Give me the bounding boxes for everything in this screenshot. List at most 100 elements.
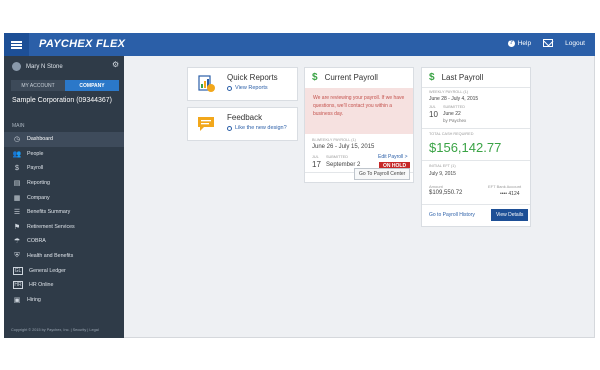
people-icon: 👥 bbox=[12, 150, 22, 158]
reporting-icon: ▤ bbox=[13, 180, 21, 188]
view-details-button[interactable]: View Details bbox=[491, 209, 529, 221]
sidebar-item-label: People bbox=[27, 150, 44, 157]
sidebar-item-label: HR Online bbox=[29, 282, 54, 289]
gear-icon[interactable]: ⚙ bbox=[112, 60, 119, 69]
mail-icon bbox=[543, 39, 554, 47]
top-bar: PAYCHEX FLEX ? Help Logout bbox=[4, 33, 595, 56]
feedback-card: Feedback Like the new design? bbox=[187, 107, 298, 141]
tab-my-account[interactable]: MY ACCOUNT bbox=[11, 80, 65, 91]
period-label: BI-WEEKLY PAYROLL (1) bbox=[312, 138, 356, 142]
quick-reports-title: Quick Reports bbox=[227, 73, 278, 82]
divider bbox=[422, 160, 530, 161]
sidebar-item-label: Retirement Services bbox=[27, 223, 75, 230]
sidebar-item-label: Reporting bbox=[27, 180, 50, 187]
dollar-icon: $ bbox=[429, 72, 435, 83]
amount-label: Amount bbox=[429, 184, 443, 189]
divider bbox=[422, 128, 530, 129]
sidebar-item-label: Payroll bbox=[27, 165, 44, 172]
logout-label: Logout bbox=[565, 39, 585, 47]
sidebar-item-benefits-summary[interactable]: ☰ Benefits Summary bbox=[4, 205, 124, 220]
hamburger-icon bbox=[11, 40, 22, 49]
account-tabs: MY ACCOUNT COMPANY bbox=[11, 80, 119, 91]
last-payroll-card: $ Last Payroll WEEKLY PAYROLL (1) June 28… bbox=[421, 67, 531, 227]
sidebar-item-label: COBRA bbox=[27, 238, 46, 245]
feedback-title: Feedback bbox=[227, 113, 263, 122]
brand-logo: PAYCHEX FLEX bbox=[39, 38, 126, 50]
current-payroll-title: Current Payroll bbox=[324, 73, 378, 82]
amount-value: $109,550.72 bbox=[429, 190, 463, 196]
sidebar-item-hr-online[interactable]: HR HR Online bbox=[4, 278, 124, 293]
payroll-history-link[interactable]: Go to Payroll History bbox=[429, 212, 475, 218]
submitted-label: SUBMITTED bbox=[326, 155, 348, 159]
check-day: 17 bbox=[312, 160, 321, 169]
user-name: Mary N Stone bbox=[26, 63, 63, 70]
sidebar-item-people[interactable]: 👥 People bbox=[4, 147, 124, 162]
divider bbox=[422, 87, 530, 88]
submitted-by: by Paychex bbox=[443, 118, 467, 123]
feedback-link-label: Like the new design? bbox=[235, 125, 287, 131]
sidebar-item-label: Company bbox=[27, 194, 50, 201]
arrow-circle-icon bbox=[227, 85, 232, 91]
sidebar-item-company[interactable]: ▦ Company bbox=[4, 190, 124, 205]
sidebar-item-reporting[interactable]: ▤ Reporting bbox=[4, 176, 124, 191]
divider bbox=[422, 204, 530, 205]
help-icon: ? bbox=[507, 39, 515, 47]
submitted-date: June 22 bbox=[443, 111, 461, 117]
submitted-label: SUBMITTED bbox=[443, 105, 465, 109]
go-to-payroll-center-button[interactable]: Go To Payroll Center bbox=[354, 168, 411, 180]
hr-icon: HR bbox=[13, 281, 23, 290]
gl-icon: GL bbox=[13, 266, 23, 275]
sidebar-item-dashboard[interactable]: ◷ Dashboard bbox=[4, 132, 124, 147]
check-month: JUL bbox=[312, 155, 319, 159]
nav-section-label: MAIN bbox=[12, 123, 25, 129]
total-label: TOTAL CASH REQUIRED bbox=[429, 132, 474, 136]
account-label: EFT Bank Account bbox=[488, 184, 522, 189]
dashboard-icon: ◷ bbox=[13, 136, 21, 144]
account-value: •••• 4124 bbox=[500, 191, 520, 197]
arrow-circle-icon bbox=[227, 125, 232, 131]
current-payroll-card: $ Current Payroll We are reviewing your p… bbox=[304, 67, 414, 183]
edit-payroll-link[interactable]: Edit Payroll > bbox=[378, 154, 408, 160]
retirement-icon: ⚑ bbox=[13, 223, 21, 231]
reports-icon bbox=[198, 75, 215, 92]
hiring-icon: ▣ bbox=[13, 296, 21, 304]
feedback-link[interactable]: Like the new design? bbox=[227, 125, 287, 131]
sidebar-item-health-and-benefits[interactable]: ⛨ Health and Benefits bbox=[4, 249, 124, 264]
sidebar-item-payroll[interactable]: $ Payroll bbox=[4, 161, 124, 176]
benefits-icon: ☰ bbox=[13, 209, 21, 217]
quick-reports-card: Quick Reports View Reports bbox=[187, 67, 298, 101]
dollar-icon: $ bbox=[15, 164, 19, 172]
period-label: WEEKLY PAYROLL (1) bbox=[429, 90, 469, 94]
menu-toggle-button[interactable] bbox=[4, 33, 29, 56]
period-dates: June 28 - July 4, 2015 bbox=[429, 96, 479, 102]
total-cash-required: $156,142.77 bbox=[429, 140, 502, 155]
period-dates: June 26 - July 15, 2015 bbox=[312, 144, 375, 150]
sidebar-item-hiring[interactable]: ▣ Hiring bbox=[4, 293, 124, 308]
sidebar-nav: ◷ Dashboard 👥 People $ Payroll ▤ Reporting ▦… bbox=[4, 132, 124, 307]
last-payroll-title: Last Payroll bbox=[441, 73, 484, 82]
initial-eft-date: July 9, 2015 bbox=[429, 171, 456, 177]
check-month: JUL bbox=[429, 105, 436, 109]
sidebar-item-cobra[interactable]: ☂ COBRA bbox=[4, 234, 124, 249]
sidebar-item-general-ledger[interactable]: GL General Ledger bbox=[4, 263, 124, 278]
feedback-icon bbox=[198, 117, 214, 131]
user-profile[interactable]: Mary N Stone bbox=[12, 62, 63, 71]
avatar bbox=[12, 62, 21, 71]
sidebar-item-retirement-services[interactable]: ⚑ Retirement Services bbox=[4, 220, 124, 235]
sidebar-item-label: Dashboard bbox=[27, 136, 53, 143]
view-reports-link[interactable]: View Reports bbox=[227, 85, 268, 91]
messages-button[interactable] bbox=[543, 39, 554, 47]
sidebar-item-label: Hiring bbox=[27, 296, 41, 303]
corporation-name: Sample Corporation (09344367) bbox=[12, 97, 113, 104]
help-link[interactable]: ? Help bbox=[507, 39, 532, 47]
dollar-icon: $ bbox=[312, 72, 318, 83]
review-alert: We are reviewing your payroll. If we hav… bbox=[305, 88, 413, 134]
shield-icon: ⛨ bbox=[14, 252, 20, 260]
initial-eft-label: INITIAL EFT (1) bbox=[429, 164, 456, 168]
sidebar-item-label: General Ledger bbox=[29, 267, 66, 274]
sidebar-item-label: Health and Benefits bbox=[27, 253, 74, 260]
tab-company[interactable]: COMPANY bbox=[65, 80, 119, 91]
help-label: Help bbox=[517, 39, 532, 47]
company-icon: ▦ bbox=[13, 194, 21, 202]
logout-link[interactable]: Logout bbox=[565, 40, 585, 47]
